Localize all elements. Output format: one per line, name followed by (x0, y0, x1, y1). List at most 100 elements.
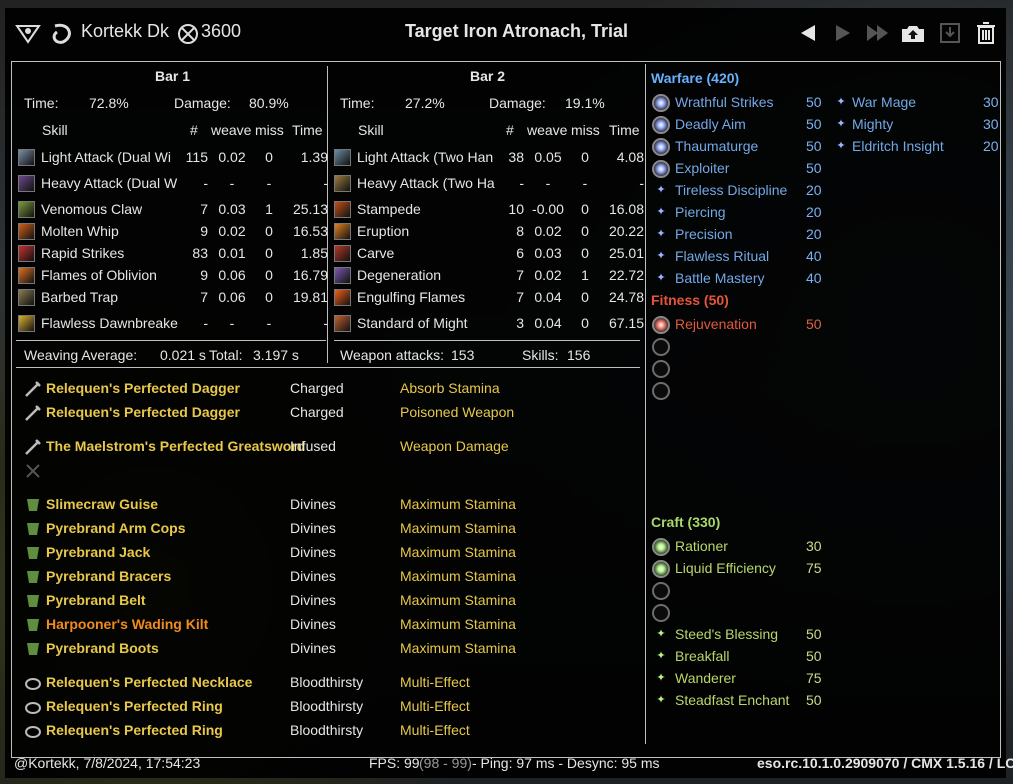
cp-star-name: Wanderer (675, 670, 736, 686)
next-fight-button[interactable] (830, 20, 856, 46)
last-fight-button[interactable] (865, 20, 891, 46)
skill-count: 7 (516, 289, 524, 305)
cp-star-value: 30 (983, 116, 999, 132)
gear-enchant: Weapon Damage (400, 438, 509, 454)
champion-points-value: 3600 (201, 21, 242, 41)
warfare-header: Warfare (420) (651, 70, 740, 86)
skill-weave: 0.03 (218, 201, 246, 217)
cp-star-name: Mighty (852, 116, 894, 132)
skill-miss: 1 (265, 201, 273, 217)
skill-weave: 0.02 (534, 267, 562, 283)
skill-weave: - (229, 175, 235, 191)
cp-star-passive-icon: ✦ (836, 96, 846, 108)
delete-fight-button[interactable] (973, 20, 999, 46)
skill-name: Degeneration (357, 267, 442, 283)
weaving-total-label: Total: (209, 347, 243, 363)
arrow-left-icon (801, 25, 815, 41)
gear-enchant: Poisoned Weapon (400, 404, 515, 420)
skill-count: 38 (508, 149, 524, 165)
skill-name: Heavy Attack (Dual W (41, 175, 178, 191)
cp-star-value: 30 (983, 94, 999, 110)
cp-empty-slot-icon (652, 582, 670, 600)
skill-miss: 0 (265, 149, 273, 165)
skill-time: 16.08 (608, 201, 644, 217)
report-panel: Bar 1 Time: 72.8% Damage: 80.9% Skill # … (11, 61, 1001, 758)
gear-name: Relequen's Perfected Ring (46, 698, 223, 714)
gear-name: Pyrebrand Bracers (46, 568, 172, 584)
gear-enchant: Multi-Effect (400, 698, 470, 714)
skill-icon (334, 267, 351, 284)
gear-enchant: Maximum Stamina (400, 616, 516, 632)
skill-count: - (203, 175, 208, 191)
skill-weave: 0.04 (534, 289, 562, 305)
gear-trait: Bloodthirsty (290, 674, 364, 690)
gear-name: Pyrebrand Jack (46, 544, 151, 560)
bar1-time-value: 72.8% (89, 95, 129, 111)
cp-star-passive-icon: ✦ (656, 272, 666, 284)
cp-star-value: 20 (806, 182, 822, 198)
skill-miss: - (266, 175, 272, 191)
cp-star-value: 50 (806, 160, 822, 176)
upload-fight-button[interactable] (900, 20, 926, 46)
skill-name: Eruption (357, 223, 410, 239)
gear-name: Relequen's Perfected Ring (46, 722, 223, 738)
cp-star-value: 75 (806, 560, 822, 576)
bar1-time-label: Time: (24, 95, 59, 111)
title-bar: Kortekk Dk 3600 Target Iron Atronach, Tr… (5, 8, 1006, 58)
skill-name: Stampede (357, 201, 421, 217)
skill-count: 9 (200, 223, 208, 239)
cp-star-value: 50 (806, 316, 822, 332)
skill-count: 6 (516, 245, 524, 261)
skill-weave: 0.02 (218, 223, 246, 239)
cp-star-value: 50 (806, 648, 822, 664)
ring-icon (24, 698, 42, 716)
skill-weave: 0.03 (534, 245, 562, 261)
skill-name: Molten Whip (41, 223, 119, 239)
skill-count: 9 (200, 267, 208, 283)
cp-star-passive-icon: ✦ (656, 250, 666, 262)
cp-star-value: 75 (806, 670, 822, 686)
skill-icon (334, 315, 351, 332)
bar1-col-miss: miss (255, 122, 284, 138)
craft-header: Craft (330) (651, 514, 721, 530)
skill-count: - (203, 315, 208, 331)
skill-weave: 0.02 (218, 149, 246, 165)
gear-enchant: Multi-Effect (400, 674, 470, 690)
cp-star-name: Wrathful Strikes (675, 94, 774, 110)
gear-name: Relequen's Perfected Necklace (46, 674, 253, 690)
gear-enchant: Maximum Stamina (400, 520, 516, 536)
bar2-col-miss: miss (571, 122, 600, 138)
legs-icon (24, 616, 42, 634)
skill-count: - (519, 175, 524, 191)
gear-trait: Divines (290, 592, 336, 608)
fitness-header: Fitness (50) (651, 292, 729, 308)
footer-fps-label: FPS: 99 (369, 755, 420, 771)
cp-star-name: Exploiter (675, 160, 730, 176)
bar2-damage-value: 19.1% (565, 95, 605, 111)
gear-trait: Charged (290, 380, 344, 396)
cp-star-slotted-icon (652, 560, 670, 578)
cp-star-value: 50 (806, 692, 822, 708)
cp-star-slotted-icon (652, 94, 670, 112)
gear-name: Relequen's Perfected Dagger (46, 380, 240, 396)
weapon-attacks-value: 153 (451, 347, 475, 363)
shoulder-icon (24, 520, 42, 538)
skill-icon (18, 267, 35, 284)
skill-time: 4.08 (616, 149, 644, 165)
previous-fight-button[interactable] (795, 20, 821, 46)
skill-miss: 0 (581, 289, 589, 305)
gear-name: Harpooner's Wading Kilt (46, 616, 209, 632)
skill-weave: 0.06 (218, 289, 246, 305)
chest-icon (24, 544, 42, 562)
skills-count-value: 156 (567, 347, 591, 363)
cp-star-name: War Mage (852, 94, 917, 110)
load-fight-button[interactable] (937, 20, 963, 46)
skill-weave: -0.00 (532, 201, 564, 217)
gear-name: Pyrebrand Arm Cops (46, 520, 186, 536)
skill-time: 16.53 (292, 223, 328, 239)
cp-star-slotted-icon (652, 160, 670, 178)
skill-miss: 0 (581, 223, 589, 239)
bar2-col-weave: weave (527, 122, 568, 138)
gear-enchant: Maximum Stamina (400, 496, 516, 512)
bar2-col-count: # (506, 122, 514, 138)
